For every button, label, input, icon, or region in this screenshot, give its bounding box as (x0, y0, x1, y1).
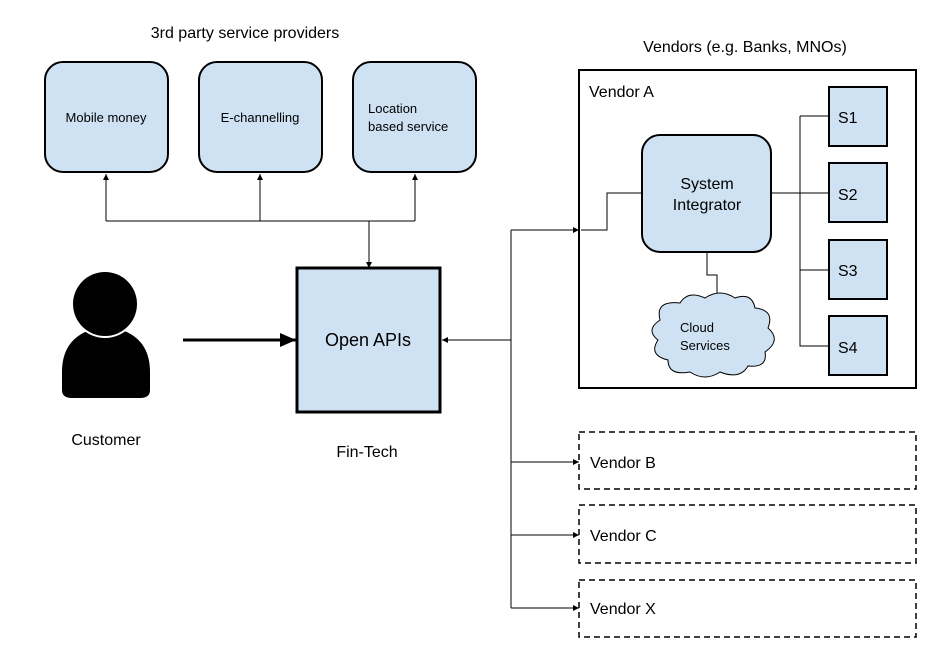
vendor-label: Vendor C (590, 528, 657, 545)
vendor-label: Vendor B (590, 455, 656, 472)
system-s4: S4 (828, 315, 888, 376)
vendor-c: Vendor C (578, 504, 917, 564)
system-label: S1 (838, 110, 858, 127)
provider-e-channelling: E-channelling (198, 61, 323, 173)
system-s2: S2 (828, 162, 888, 223)
customer-label: Customer (71, 432, 141, 449)
providers-title: 3rd party service providers (151, 25, 340, 42)
fintech-label: Fin-Tech (336, 444, 397, 461)
open-apis-label: Open APIs (325, 330, 411, 350)
vendor-a: Vendor A System Integrator Cloud Service… (578, 69, 917, 389)
vendors-title: Vendors (e.g. Banks, MNOs) (643, 39, 847, 56)
vendor-x: Vendor X (578, 579, 917, 638)
provider-connectors (103, 174, 418, 268)
cloud-line2: Services (680, 338, 730, 353)
system-label: S3 (838, 263, 858, 280)
integrator-line2: Integrator (673, 197, 742, 214)
vendor-label: Vendor X (590, 601, 656, 618)
diagram: 3rd party service providers Mobile money… (44, 25, 917, 638)
provider-label-line1: Location (368, 101, 417, 116)
vendor-b: Vendor B (578, 431, 917, 490)
vendor-a-label: Vendor A (589, 84, 654, 101)
open-apis-box: Open APIs (295, 266, 442, 414)
system-label: S4 (838, 340, 858, 357)
customer-icon (62, 270, 150, 398)
provider-label: E-channelling (221, 110, 300, 125)
provider-mobile-money: Mobile money (44, 61, 169, 173)
provider-label-line2: based service (368, 119, 448, 134)
system-integrator: System Integrator (641, 134, 772, 253)
system-s1: S1 (828, 86, 888, 147)
provider-location-based-service: Location based service (352, 61, 477, 173)
system-label: S2 (838, 187, 858, 204)
system-s3: S3 (828, 239, 888, 300)
vendor-bus (442, 227, 579, 611)
provider-label: Mobile money (66, 110, 147, 125)
cloud-line1: Cloud (680, 320, 714, 335)
integrator-line1: System (680, 176, 733, 193)
